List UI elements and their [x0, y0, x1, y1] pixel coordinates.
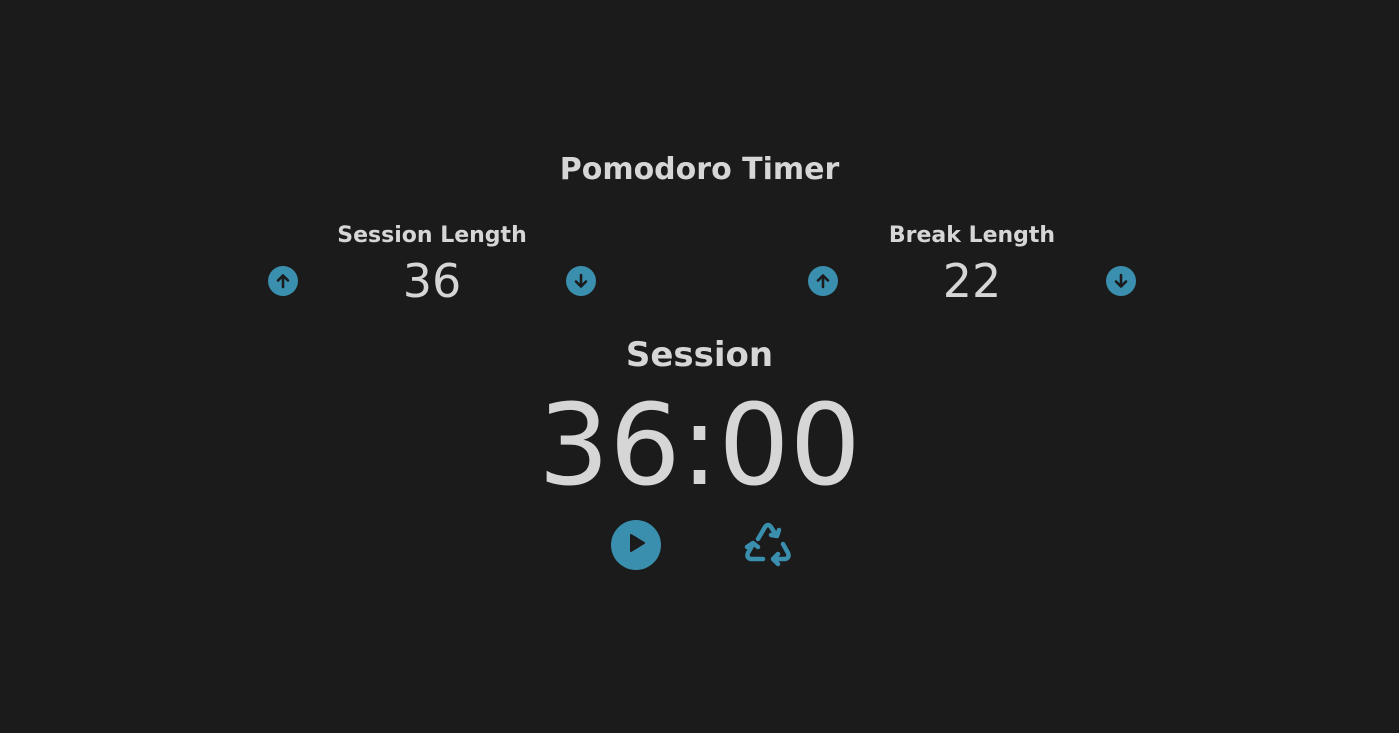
- arrow-up-icon: [274, 272, 292, 290]
- break-increment-button[interactable]: [808, 266, 838, 296]
- arrow-down-icon: [1112, 272, 1130, 290]
- timer-label: Session: [625, 335, 774, 375]
- app-title: Pomodoro Timer: [559, 152, 840, 187]
- break-length-label: Break Length: [888, 223, 1056, 248]
- break-decrement-button[interactable]: [1106, 266, 1136, 296]
- play-icon: [623, 530, 649, 560]
- session-increment-button[interactable]: [268, 266, 298, 296]
- start-stop-button[interactable]: [611, 520, 661, 570]
- reset-button[interactable]: [740, 518, 796, 574]
- session-length-value: 36: [402, 254, 462, 308]
- time-left-display: 36:00: [538, 381, 861, 511]
- session-decrement-button[interactable]: [566, 266, 596, 296]
- session-length-label: Session Length: [337, 223, 527, 248]
- recycle-icon: [741, 517, 795, 575]
- break-length-value: 22: [942, 254, 1002, 308]
- arrow-up-icon: [814, 272, 832, 290]
- pomodoro-app: Pomodoro Timer Session Length 36 Break L…: [0, 0, 1399, 733]
- arrow-down-icon: [572, 272, 590, 290]
